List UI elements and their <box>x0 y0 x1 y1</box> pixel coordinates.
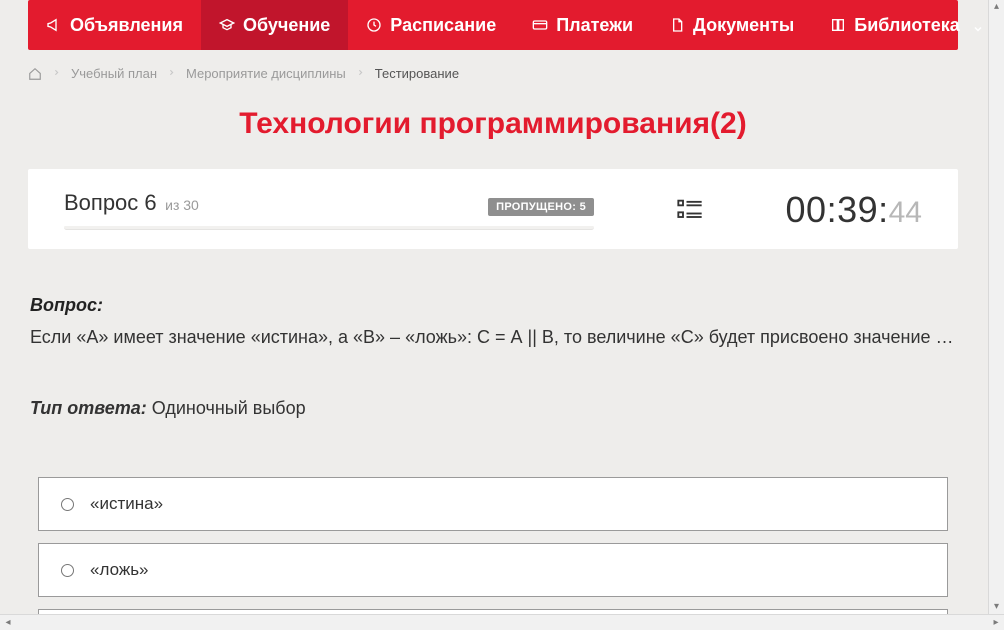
option-item[interactable]: «истина» <box>38 477 948 531</box>
option-label: «ложь» <box>90 560 149 580</box>
question-number-label: Вопрос 6 <box>64 190 157 215</box>
options-list: «истина» «ложь» «истина» или «ложь» <box>30 477 956 614</box>
breadcrumb-testing: Тестирование <box>375 66 459 81</box>
nav-label: Расписание <box>390 15 496 36</box>
breadcrumb: Учебный план Мероприятие дисциплины Тест… <box>28 50 958 97</box>
graduation-cap-icon <box>219 17 235 33</box>
timer-seconds: 44 <box>889 196 922 230</box>
chevron-right-icon <box>356 68 365 80</box>
breadcrumb-plan[interactable]: Учебный план <box>71 66 157 81</box>
nav-item-ads[interactable]: Объявления <box>28 0 201 50</box>
nav-item-schedule[interactable]: Расписание <box>348 0 514 50</box>
skipped-badge: ПРОПУЩЕНО: 5 <box>488 198 594 216</box>
nav-item-library[interactable]: Библиотека <box>812 0 1002 50</box>
vertical-scrollbar[interactable]: ▴ ▾ <box>988 0 1004 614</box>
nav-item-training[interactable]: Обучение <box>201 0 348 50</box>
question-label: Вопрос: <box>30 295 956 316</box>
horizontal-scrollbar[interactable]: ◂ ▸ <box>0 614 1004 630</box>
answer-type-label: Тип ответа: <box>30 398 147 418</box>
nav-label: Платежи <box>556 15 633 36</box>
radio-icon[interactable] <box>61 498 74 511</box>
card-icon <box>532 17 548 33</box>
nav-label: Документы <box>693 15 794 36</box>
nav-item-payments[interactable]: Платежи <box>514 0 651 50</box>
scroll-up-icon[interactable]: ▴ <box>994 2 999 12</box>
option-item[interactable]: «ложь» <box>38 543 948 597</box>
clock-icon <box>366 17 382 33</box>
top-nav: Объявления Обучение Расписание Платежи Д… <box>28 0 958 50</box>
nav-label: Объявления <box>70 15 183 36</box>
scroll-down-icon[interactable]: ▾ <box>994 602 999 612</box>
progress-bar <box>64 226 594 230</box>
scroll-right-icon[interactable]: ▸ <box>990 618 1002 628</box>
scroll-left-icon[interactable]: ◂ <box>2 618 14 628</box>
book-icon <box>830 17 846 33</box>
chevron-right-icon <box>52 68 61 80</box>
answer-type-value: Одиночный выбор <box>152 398 306 418</box>
status-card: Вопрос 6 из 30 ПРОПУЩЕНО: 5 <box>28 169 958 249</box>
option-label: «истина» <box>90 494 163 514</box>
nav-label: Обучение <box>243 15 330 36</box>
chevron-right-icon <box>167 68 176 80</box>
nav-label: Библиотека <box>854 15 960 36</box>
chevron-down-icon <box>972 19 984 31</box>
radio-icon[interactable] <box>61 564 74 577</box>
timer: 00:39:44 <box>786 189 922 231</box>
timer-main: 00:39: <box>786 189 889 231</box>
megaphone-icon <box>46 17 62 33</box>
document-icon <box>669 17 685 33</box>
home-icon[interactable] <box>28 67 42 81</box>
breadcrumb-event[interactable]: Мероприятие дисциплины <box>186 66 346 81</box>
nav-item-documents[interactable]: Документы <box>651 0 812 50</box>
question-text: Если «А» имеет значение «истина», а «В» … <box>30 324 956 350</box>
question-list-icon[interactable] <box>675 196 705 224</box>
page-title: Технологии программирования(2) <box>28 107 958 141</box>
question-total: из 30 <box>165 197 199 213</box>
